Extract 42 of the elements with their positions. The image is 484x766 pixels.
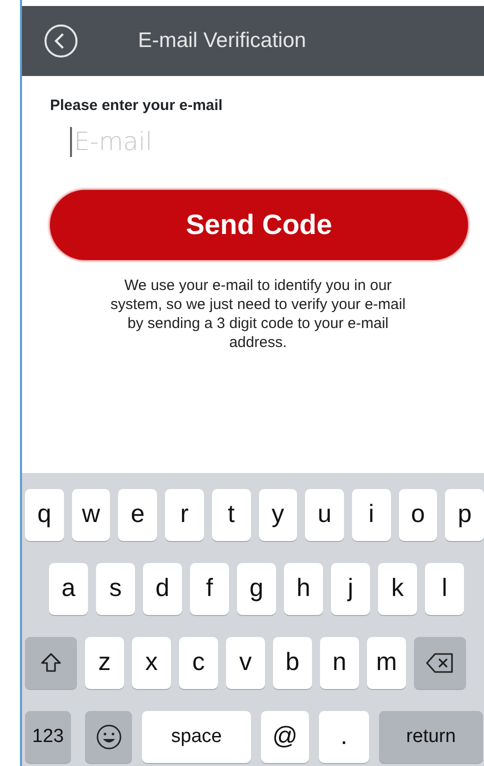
key[interactable]: z bbox=[85, 637, 124, 689]
key[interactable]: f bbox=[190, 563, 229, 615]
shift-icon bbox=[39, 651, 63, 675]
key[interactable]: j bbox=[331, 563, 370, 615]
emoji-key[interactable] bbox=[85, 711, 132, 763]
key[interactable]: 123 bbox=[25, 711, 71, 763]
key[interactable]: g bbox=[237, 563, 276, 615]
key[interactable]: x bbox=[132, 637, 171, 689]
key[interactable]: o bbox=[398, 489, 438, 541]
backspace-icon bbox=[426, 653, 454, 673]
key[interactable]: r bbox=[165, 489, 204, 541]
key[interactable]: w bbox=[72, 489, 110, 541]
key[interactable]: n bbox=[320, 637, 359, 689]
info-text: We use your e-mail to identify you in our system, so we just need to verify your e-mail by sending a 3 digit code to your e-mail address. bbox=[109, 276, 407, 352]
back-icon[interactable] bbox=[44, 24, 78, 58]
key[interactable]: p bbox=[445, 489, 484, 541]
key[interactable]: c bbox=[179, 637, 218, 689]
key[interactable]: s bbox=[96, 563, 135, 615]
key[interactable]: l bbox=[425, 563, 464, 615]
key[interactable]: b bbox=[273, 637, 312, 689]
key[interactable]: y bbox=[258, 489, 298, 541]
send-code-button[interactable]: Send Code bbox=[50, 190, 468, 260]
field-label: Please enter your e-mail bbox=[50, 96, 224, 116]
delete-key[interactable] bbox=[414, 637, 466, 689]
key[interactable]: v bbox=[226, 637, 265, 689]
key[interactable]: u bbox=[305, 489, 344, 541]
key[interactable]: e bbox=[118, 489, 158, 541]
key[interactable]: m bbox=[367, 637, 406, 689]
space-key[interactable]: space bbox=[142, 711, 251, 763]
key[interactable]: @ bbox=[261, 711, 309, 763]
key[interactable]: return bbox=[379, 711, 483, 763]
key[interactable]: d bbox=[143, 563, 182, 615]
key[interactable]: h bbox=[284, 563, 323, 615]
key[interactable]: k bbox=[378, 563, 417, 615]
smiley-icon bbox=[96, 724, 122, 750]
shift-key[interactable] bbox=[25, 637, 77, 689]
key[interactable]: a bbox=[49, 563, 88, 615]
screen-title: E-mail Verification bbox=[138, 28, 306, 54]
key[interactable]: . bbox=[319, 711, 369, 763]
key[interactable]: i bbox=[352, 489, 391, 541]
key[interactable]: q bbox=[25, 489, 64, 541]
key[interactable]: t bbox=[212, 489, 251, 541]
